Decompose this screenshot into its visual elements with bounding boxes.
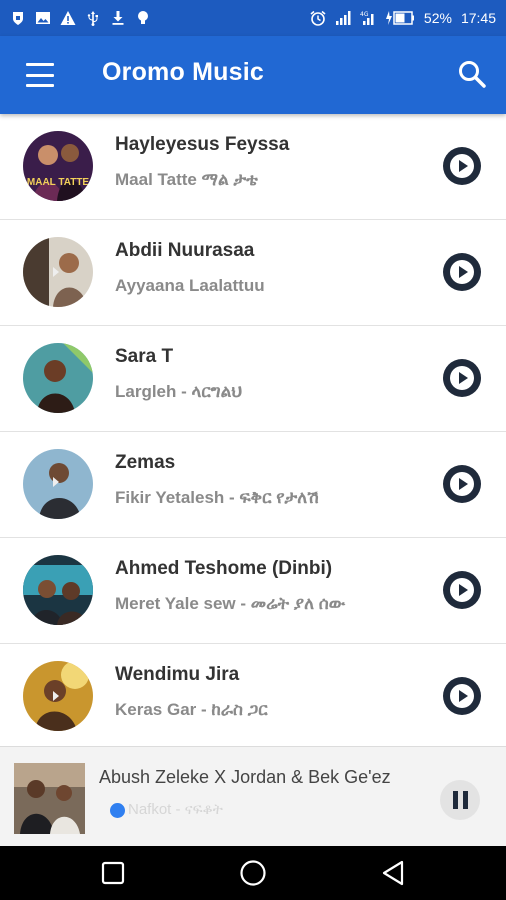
now-playing-bar[interactable]: Abush Zeleke X Jordan & Bek Ge'ez Nafkot… [0, 746, 506, 846]
song-list[interactable]: MAAL TATTE Hayleyesus Feyssa Maal Tatte … [0, 114, 506, 746]
song-thumbnail: MAAL TATTE [23, 131, 93, 201]
pause-icon [452, 791, 458, 809]
play-button[interactable] [443, 253, 481, 291]
song-artist: Zemas [115, 452, 176, 473]
status-bar: 4G 52% 17:45 [0, 0, 506, 36]
song-list-item[interactable]: Zemas Fikir Yetalesh - ፍቅር የታለሽ [0, 432, 506, 538]
play-button[interactable] [443, 571, 481, 609]
recents-square-icon[interactable] [98, 858, 128, 888]
now-playing-thumbnail [14, 763, 85, 834]
song-artist: Ahmed Teshome (Dinbi) [115, 558, 333, 579]
playback-progress-handle[interactable] [107, 800, 127, 820]
play-icon [450, 684, 474, 708]
now-playing-subtitle: Nafkot - ናፍቆት [128, 801, 223, 818]
song-list-item[interactable]: Sara T Largleh - ላርግልህ [0, 326, 506, 432]
play-button[interactable] [443, 677, 481, 715]
song-list-item[interactable]: MAAL TATTE Hayleyesus Feyssa Maal Tatte … [0, 114, 506, 220]
image-icon [35, 10, 51, 26]
song-thumbnail [23, 449, 93, 519]
play-icon [450, 578, 474, 602]
signal-icon [335, 10, 351, 26]
song-artist: Wendimu Jira [115, 664, 240, 685]
app-title: Oromo Music [102, 58, 264, 86]
alarm-icon [310, 10, 326, 26]
song-title: Fikir Yetalesh - ፍቅር የታለሽ [115, 488, 319, 507]
now-playing-title: Abush Zeleke X Jordan & Bek Ge'ez [99, 767, 391, 787]
signal-4g-icon: 4G [360, 10, 376, 26]
play-icon [450, 260, 474, 284]
home-circle-icon[interactable] [238, 858, 268, 888]
song-thumbnail [23, 555, 93, 625]
back-triangle-icon[interactable] [378, 858, 408, 888]
download-icon [110, 10, 126, 26]
status-bar-system: 4G 52% 17:45 [310, 10, 496, 26]
song-list-item[interactable]: Ahmed Teshome (Dinbi) Meret Yale sew - መ… [0, 538, 506, 644]
shield-notification-icon [10, 10, 26, 26]
hamburger-menu-icon[interactable] [22, 60, 58, 90]
app-bar: Oromo Music [0, 36, 506, 114]
song-title: Meret Yale sew - መሬት ያለ ሰው [115, 594, 346, 613]
song-title: Ayyaana Laalattuu [115, 276, 265, 295]
song-list-item[interactable]: Abdii Nuurasaa Ayyaana Laalattuu [0, 220, 506, 326]
play-icon [450, 154, 474, 178]
svg-text:4G: 4G [360, 11, 369, 18]
play-button[interactable] [443, 359, 481, 397]
battery-charging-icon [385, 10, 415, 26]
pause-button[interactable] [440, 780, 480, 820]
bulb-icon [135, 10, 151, 26]
song-artist: Abdii Nuurasaa [115, 240, 255, 261]
warning-icon [60, 10, 76, 26]
song-title: Keras Gar - ከራስ ጋር [115, 700, 268, 719]
play-button[interactable] [443, 465, 481, 503]
search-icon[interactable] [456, 58, 490, 92]
song-list-item[interactable]: Wendimu Jira Keras Gar - ከራስ ጋር [0, 644, 506, 746]
status-time: 17:45 [460, 10, 496, 26]
song-title: Maal Tatte ማል ታቴ [115, 170, 258, 189]
song-artist: Hayleyesus Feyssa [115, 134, 290, 155]
song-thumbnail [23, 661, 93, 731]
play-icon [450, 472, 474, 496]
usb-icon [85, 10, 101, 26]
play-icon [450, 366, 474, 390]
song-title: Largleh - ላርግልህ [115, 382, 243, 401]
battery-percentage: 52% [423, 10, 452, 26]
status-bar-notifications [10, 10, 151, 26]
song-thumbnail [23, 237, 93, 307]
svg-text:MAAL TATTE: MAAL TATTE [27, 177, 90, 188]
song-thumbnail [23, 343, 93, 413]
system-navigation-bar [0, 846, 506, 900]
play-button[interactable] [443, 147, 481, 185]
song-artist: Sara T [115, 346, 174, 367]
